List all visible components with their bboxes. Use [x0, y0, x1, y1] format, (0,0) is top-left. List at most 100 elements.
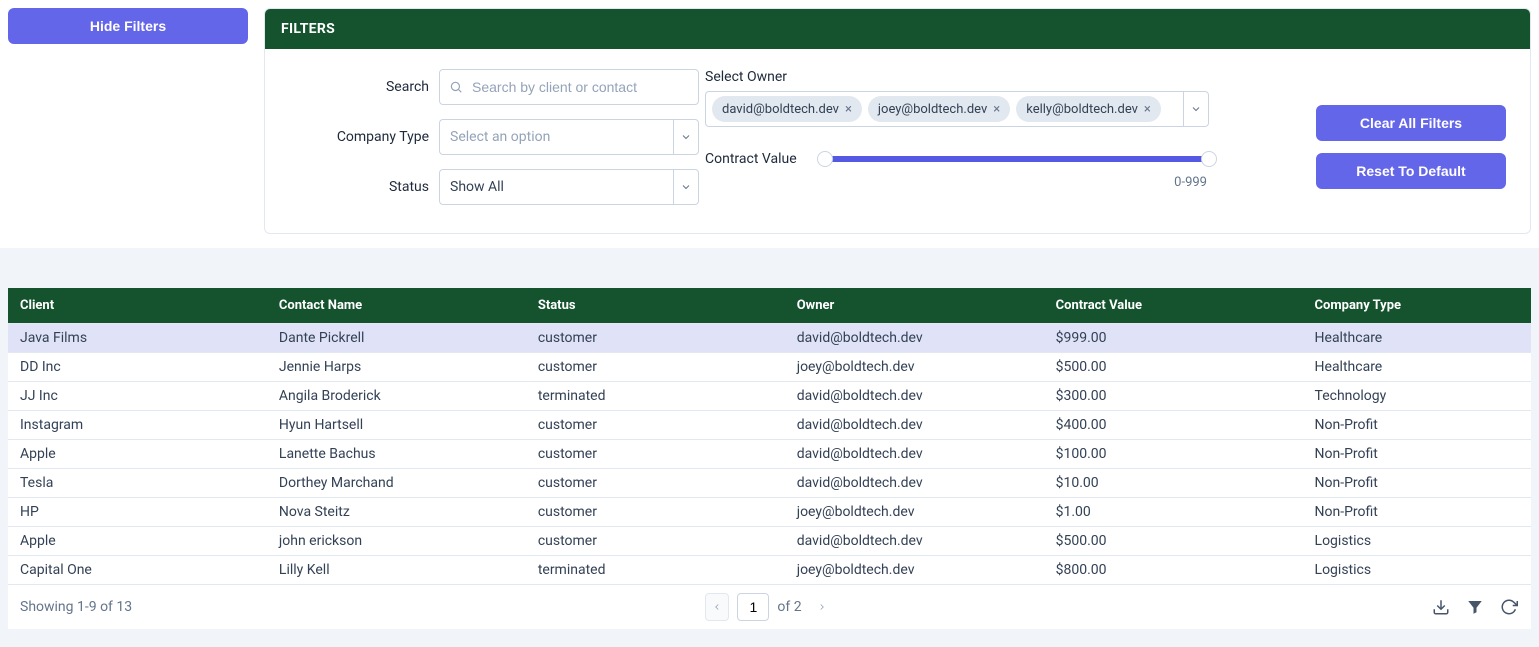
cell-owner: david@boldtech.dev [785, 440, 1044, 469]
hide-filters-button[interactable]: Hide Filters [8, 8, 248, 44]
column-header[interactable]: Contract Value [1044, 288, 1303, 324]
cell-ctype: Healthcare [1303, 324, 1531, 353]
cell-value: $500.00 [1044, 353, 1303, 382]
search-input[interactable] [439, 69, 699, 105]
cell-ctype: Technology [1303, 382, 1531, 411]
cell-status: customer [526, 324, 785, 353]
cell-owner: david@boldtech.dev [785, 382, 1044, 411]
owner-chip: joey@boldtech.dev × [868, 96, 1010, 122]
table-row[interactable]: Capital OneLilly Kellterminatedjoey@bold… [8, 556, 1531, 585]
chip-remove-icon[interactable]: × [1144, 103, 1151, 116]
cell-value: $300.00 [1044, 382, 1303, 411]
cell-client: JJ Inc [8, 382, 267, 411]
prev-page-button[interactable] [705, 593, 729, 621]
cell-owner: david@boldtech.dev [785, 324, 1044, 353]
cell-client: Capital One [8, 556, 267, 585]
cell-contact: Angila Broderick [267, 382, 526, 411]
cell-status: customer [526, 440, 785, 469]
cell-ctype: Non-Profit [1303, 469, 1531, 498]
cell-ctype: Logistics [1303, 556, 1531, 585]
owner-chip: kelly@boldtech.dev × [1016, 96, 1161, 122]
status-label: Status [289, 179, 429, 195]
cell-value: $500.00 [1044, 527, 1303, 556]
cell-client: Instagram [8, 411, 267, 440]
column-header[interactable]: Contact Name [267, 288, 526, 324]
table-row[interactable]: JJ IncAngila Broderickterminateddavid@bo… [8, 382, 1531, 411]
company-type-label: Company Type [289, 129, 429, 145]
cell-client: Tesla [8, 469, 267, 498]
cell-ctype: Non-Profit [1303, 440, 1531, 469]
cell-status: terminated [526, 382, 785, 411]
cell-status: customer [526, 498, 785, 527]
column-header[interactable]: Owner [785, 288, 1044, 324]
table-row[interactable]: DD IncJennie Harpscustomerjoey@boldtech.… [8, 353, 1531, 382]
data-table: ClientContact NameStatusOwnerContract Va… [8, 288, 1531, 584]
filter-icon[interactable] [1465, 597, 1485, 617]
chip-remove-icon[interactable]: × [845, 103, 852, 116]
cell-value: $999.00 [1044, 324, 1303, 353]
download-icon[interactable] [1431, 597, 1451, 617]
cell-status: terminated [526, 556, 785, 585]
status-select[interactable]: Show All [439, 169, 673, 205]
refresh-icon[interactable] [1499, 597, 1519, 617]
next-page-button[interactable] [810, 593, 834, 621]
reset-to-default-button[interactable]: Reset To Default [1316, 153, 1506, 189]
cell-contact: Hyun Hartsell [267, 411, 526, 440]
owner-chip-label: joey@boldtech.dev [878, 102, 987, 117]
cell-client: Apple [8, 527, 267, 556]
company-type-select[interactable]: Select an option [439, 119, 673, 155]
filters-header: FILTERS [265, 9, 1530, 49]
cell-client: DD Inc [8, 353, 267, 382]
cell-owner: david@boldtech.dev [785, 527, 1044, 556]
table-row[interactable]: InstagramHyun Hartsellcustomerdavid@bold… [8, 411, 1531, 440]
owner-caret[interactable] [1183, 91, 1209, 127]
cell-status: customer [526, 469, 785, 498]
cell-status: customer [526, 353, 785, 382]
cell-contact: Lanette Bachus [267, 440, 526, 469]
page-of-text: of 2 [777, 599, 801, 615]
cell-contact: Jennie Harps [267, 353, 526, 382]
owner-label: Select Owner [705, 69, 1209, 85]
search-label: Search [289, 79, 429, 95]
cell-status: customer [526, 411, 785, 440]
contract-value-label: Contract Value [705, 151, 825, 167]
column-header[interactable]: Status [526, 288, 785, 324]
table-row[interactable]: TeslaDorthey Marchandcustomerdavid@boldt… [8, 469, 1531, 498]
contract-value-slider[interactable] [825, 156, 1209, 162]
cell-status: customer [526, 527, 785, 556]
cell-value: $400.00 [1044, 411, 1303, 440]
slider-handle-max[interactable] [1201, 151, 1217, 167]
cell-client: Java Films [8, 324, 267, 353]
column-header[interactable]: Company Type [1303, 288, 1531, 324]
cell-contact: Dante Pickrell [267, 324, 526, 353]
contract-value-range: 0-999 [705, 175, 1209, 190]
cell-owner: joey@boldtech.dev [785, 556, 1044, 585]
clear-all-filters-button[interactable]: Clear All Filters [1316, 105, 1506, 141]
search-icon [449, 80, 463, 94]
table-footer: Showing 1-9 of 13 of 2 [8, 584, 1531, 629]
status-caret[interactable] [673, 169, 699, 205]
table-row[interactable]: AppleLanette Bachuscustomerdavid@boldtec… [8, 440, 1531, 469]
table-row[interactable]: Java FilmsDante Pickrellcustomerdavid@bo… [8, 324, 1531, 353]
company-type-caret[interactable] [673, 119, 699, 155]
chip-remove-icon[interactable]: × [993, 103, 1000, 116]
cell-ctype: Non-Profit [1303, 411, 1531, 440]
cell-contact: Dorthey Marchand [267, 469, 526, 498]
cell-owner: david@boldtech.dev [785, 469, 1044, 498]
showing-text: Showing 1-9 of 13 [20, 599, 520, 615]
cell-owner: david@boldtech.dev [785, 411, 1044, 440]
cell-value: $1.00 [1044, 498, 1303, 527]
cell-value: $800.00 [1044, 556, 1303, 585]
slider-handle-min[interactable] [817, 151, 833, 167]
owner-chip-label: kelly@boldtech.dev [1026, 102, 1138, 117]
cell-client: HP [8, 498, 267, 527]
cell-ctype: Non-Profit [1303, 498, 1531, 527]
cell-owner: joey@boldtech.dev [785, 498, 1044, 527]
cell-ctype: Healthcare [1303, 353, 1531, 382]
cell-value: $10.00 [1044, 469, 1303, 498]
page-input[interactable] [737, 593, 769, 621]
table-row[interactable]: Applejohn ericksoncustomerdavid@boldtech… [8, 527, 1531, 556]
table-row[interactable]: HPNova Steitzcustomerjoey@boldtech.dev$1… [8, 498, 1531, 527]
column-header[interactable]: Client [8, 288, 267, 324]
owner-multiselect[interactable]: david@boldtech.dev×joey@boldtech.dev×kel… [705, 91, 1183, 127]
